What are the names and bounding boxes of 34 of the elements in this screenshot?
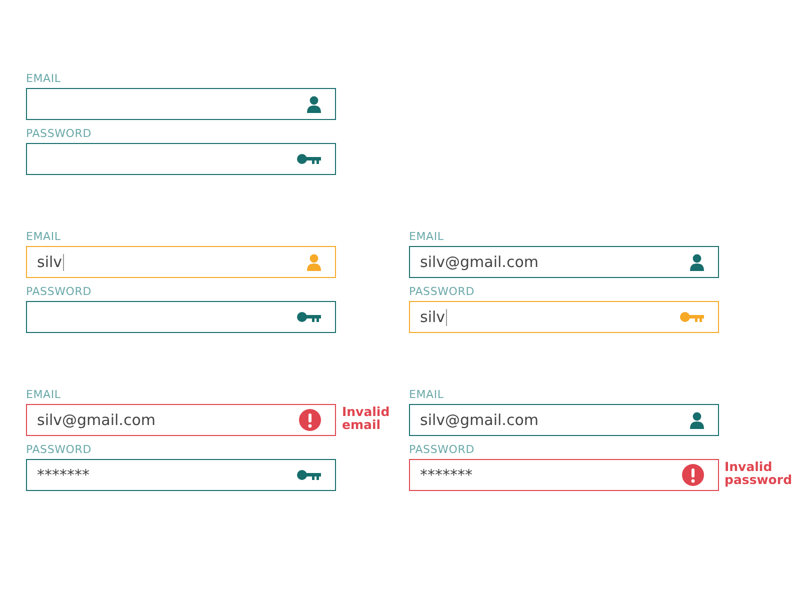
field-label: EMAIL xyxy=(26,230,61,243)
key-icon xyxy=(297,470,321,480)
field-label: PASSWORD xyxy=(26,285,92,298)
input-field[interactable] xyxy=(26,143,336,175)
field-label: EMAIL xyxy=(409,230,444,243)
text-cursor xyxy=(446,308,448,326)
key-icon xyxy=(680,312,704,322)
field-label: EMAIL xyxy=(26,72,61,85)
input-field[interactable]: silv@gmail.com xyxy=(26,404,336,436)
input-field[interactable] xyxy=(26,88,336,120)
alert-icon xyxy=(682,464,704,486)
text-cursor xyxy=(63,254,64,270)
key-icon xyxy=(297,154,321,164)
field-label: PASSWORD xyxy=(26,127,92,140)
field-label: PASSWORD xyxy=(26,443,92,456)
input-field[interactable] xyxy=(26,301,336,333)
field-label: PASSWORD xyxy=(409,443,474,456)
user-icon xyxy=(307,254,321,270)
user-icon xyxy=(690,254,704,270)
field-label: PASSWORD xyxy=(409,285,474,298)
input-field[interactable]: silv@gmail.com xyxy=(409,404,719,436)
input-field[interactable]: silv@gmail.com xyxy=(409,246,719,278)
alert-icon xyxy=(299,409,321,431)
field-label: EMAIL xyxy=(26,388,61,401)
user-icon xyxy=(690,412,704,428)
input-field[interactable]: ******* xyxy=(26,459,336,491)
user-icon xyxy=(307,96,321,112)
key-icon xyxy=(297,312,321,322)
input-field[interactable]: silv xyxy=(409,301,719,333)
error-message: Invalid email xyxy=(342,405,390,431)
field-label: EMAIL xyxy=(409,388,444,401)
error-message: Invalid password xyxy=(724,460,792,486)
input-field[interactable]: silv xyxy=(26,246,336,278)
input-field[interactable]: ******* xyxy=(409,459,718,491)
